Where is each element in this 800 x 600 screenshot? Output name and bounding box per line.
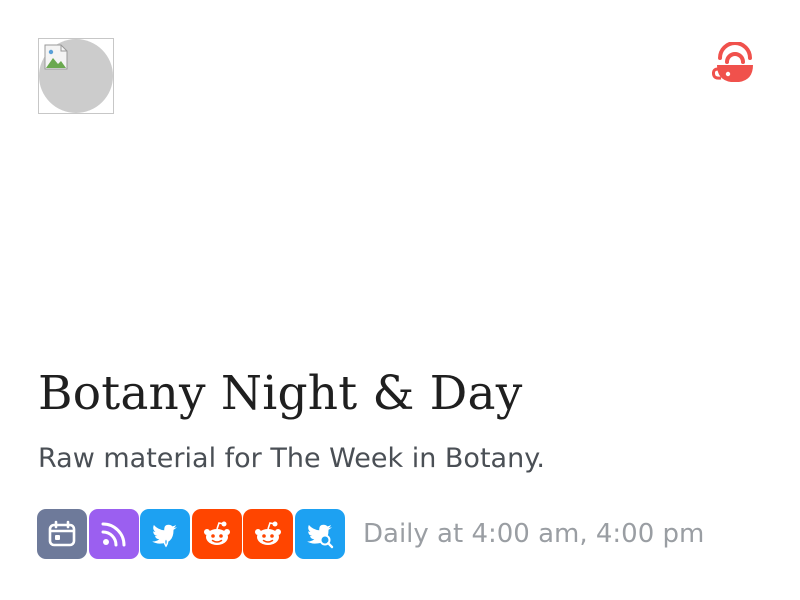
feed-avatar — [38, 38, 114, 114]
reddit-icon — [255, 521, 281, 545]
steaming-cup-logo[interactable] — [712, 42, 758, 86]
steam-inner — [725, 52, 745, 64]
calendar-icon — [48, 520, 76, 546]
feed-schedule: Daily at 4:00 am, 4:00 pm — [363, 518, 705, 549]
twitter-bird-icon — [152, 524, 177, 547]
rss-icon — [101, 522, 125, 546]
cup-body — [717, 65, 753, 82]
feed-title: Botany Night & Day — [38, 366, 523, 421]
rss-button[interactable] — [88, 508, 139, 559]
reddit-button-2[interactable] — [243, 508, 293, 559]
calendar-button[interactable] — [37, 508, 87, 559]
twitter-reply-button[interactable] — [140, 508, 190, 559]
twitter-search-icon — [306, 524, 333, 548]
broken-image-icon — [44, 44, 68, 70]
reddit-icon — [203, 521, 230, 545]
reddit-button-1[interactable] — [191, 508, 242, 559]
feed-description: Raw material for The Week in Botany. — [38, 443, 545, 474]
feed-actions: Daily at 4:00 am, 4:00 pm — [37, 508, 704, 559]
twitter-search-button[interactable] — [294, 508, 345, 559]
feed-page: Botany Night & Day Raw material for The … — [0, 0, 800, 600]
